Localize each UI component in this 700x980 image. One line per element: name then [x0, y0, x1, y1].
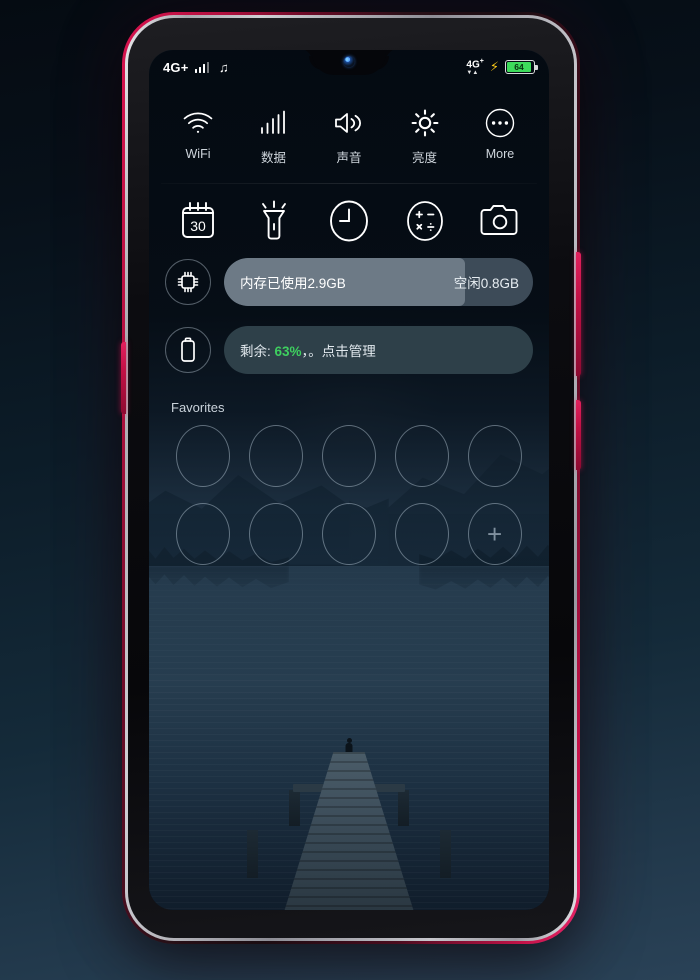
music-note-icon: ♫ [219, 59, 229, 75]
toggle-wifi-label: WiFi [185, 147, 211, 161]
battery-percent-label: 64 [507, 62, 531, 72]
data-indicator-label: 4G [466, 59, 480, 71]
control-center-panel: 4G+ ♫ 4G+ ▼▲ ⚡ 64 WiFi 数据 声音 亮度 More 30 … [149, 50, 549, 675]
camera-icon [479, 204, 521, 238]
flashlight-icon [256, 200, 292, 240]
sound-volume-icon [333, 106, 365, 140]
memory-usage-bar[interactable]: 内存已使用2.9GB 空闲0.8GB [224, 258, 533, 306]
shortcut-calculator[interactable] [394, 201, 456, 241]
shortcut-camera[interactable] [469, 204, 531, 238]
dock-post [398, 790, 409, 826]
favorite-slot[interactable] [321, 425, 376, 487]
toggle-brightness-label: 亮度 [411, 151, 437, 165]
quick-toggles-row: WiFi 数据 声音 亮度 More [149, 106, 549, 166]
battery-row: 剩余: 63%，。点击管理 [149, 326, 549, 374]
phone-screen: 4G+ ♫ 4G+ ▼▲ ⚡ 64 WiFi 数据 声音 亮度 More 30 … [149, 50, 549, 910]
battery-remaining-percent: 63% [274, 344, 302, 359]
shortcut-clock[interactable] [318, 200, 380, 242]
battery-outline-icon[interactable] [165, 327, 211, 373]
wifi-icon [182, 106, 214, 140]
status-bar-left: 4G+ ♫ [163, 60, 229, 75]
svg-text:30: 30 [190, 218, 206, 234]
toggle-sound[interactable]: 声音 [318, 106, 380, 166]
favorite-slot[interactable] [394, 425, 449, 487]
toggle-brightness[interactable]: 亮度 [394, 106, 456, 166]
shortcut-calendar[interactable]: 30 [167, 202, 229, 238]
network-type-label: 4G+ [163, 59, 189, 75]
favorite-slot[interactable] [249, 503, 304, 565]
dock-post [440, 830, 451, 878]
memory-chip-icon[interactable] [165, 259, 211, 305]
clock-icon [328, 200, 370, 242]
battery-remaining-prefix: 剩余: [240, 344, 275, 359]
data-traffic-arrows-icon: ▼▲ [466, 70, 479, 77]
toggle-wifi[interactable]: WiFi [167, 106, 229, 161]
favorite-slot[interactable] [176, 503, 231, 565]
dock-post [247, 830, 258, 878]
signal-bars-icon [194, 61, 210, 73]
toggle-mobile-data[interactable]: 数据 [243, 106, 305, 166]
volume-button[interactable] [121, 342, 126, 414]
brightness-icon [411, 106, 439, 140]
favorites-title: Favorites [171, 400, 225, 415]
favorite-slot[interactable] [249, 425, 304, 487]
data-indicator-sup: + [479, 57, 484, 65]
cellular-data-icon [259, 106, 289, 140]
shortcut-flashlight[interactable] [243, 200, 305, 240]
add-favorite-button[interactable]: + [467, 503, 522, 565]
favorite-slot[interactable] [394, 503, 449, 565]
battery-indicator: 64 [505, 59, 538, 74]
favorite-slot[interactable] [176, 425, 231, 487]
data-indicator-icon: 4G+ ▼▲ [466, 58, 483, 76]
panel-divider [161, 183, 537, 184]
lightning-bolt-icon: ⚡ [489, 58, 499, 74]
toggle-sound-label: 声音 [336, 151, 362, 165]
memory-row: 内存已使用2.9GB 空闲0.8GB [149, 258, 549, 306]
favorite-slot[interactable] [467, 425, 522, 487]
front-camera-icon [343, 56, 355, 67]
power-button[interactable] [576, 252, 581, 376]
waterdrop-notch [300, 50, 398, 75]
favorite-slot[interactable] [321, 503, 376, 565]
assistant-button[interactable] [576, 400, 581, 470]
toggle-more[interactable]: More [469, 106, 531, 161]
dock-post [289, 790, 300, 826]
battery-status-bar[interactable]: 剩余: 63%，。点击管理 [224, 326, 533, 374]
calendar-icon: 30 [178, 202, 218, 238]
battery-status-text: 剩余: 63%，。点击管理 [240, 340, 376, 360]
status-bar-right: 4G+ ▼▲ ⚡ 64 [466, 58, 538, 76]
toggle-more-label: More [485, 147, 515, 161]
battery-manage-suffix: ，。点击管理 [301, 344, 376, 359]
toggle-mobile-data-label: 数据 [260, 151, 286, 165]
memory-used-label: 内存已使用2.9GB [240, 276, 346, 291]
calculator-icon [405, 201, 445, 241]
favorites-grid: + [149, 425, 549, 565]
app-shortcuts-row: 30 [149, 200, 549, 242]
phone-device: 4G+ ♫ 4G+ ▼▲ ⚡ 64 WiFi 数据 声音 亮度 More 30 … [121, 12, 581, 944]
memory-free-label: 空闲0.8GB [453, 276, 519, 291]
more-dots-icon [485, 106, 515, 140]
